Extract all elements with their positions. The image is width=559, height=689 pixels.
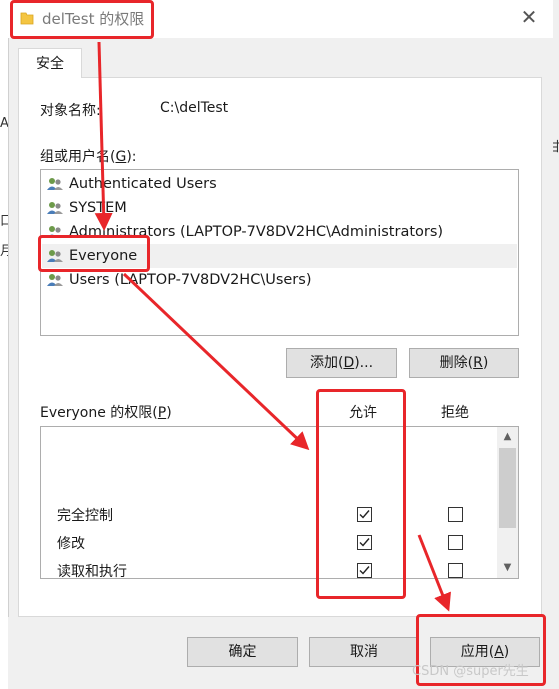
watermark: CSDN @super先生 [412, 664, 529, 679]
annotation-arrow [122, 272, 310, 451]
annotation-arrows [94, 41, 451, 612]
annotation-arrow [94, 41, 113, 231]
annotation-arrow [417, 534, 451, 612]
